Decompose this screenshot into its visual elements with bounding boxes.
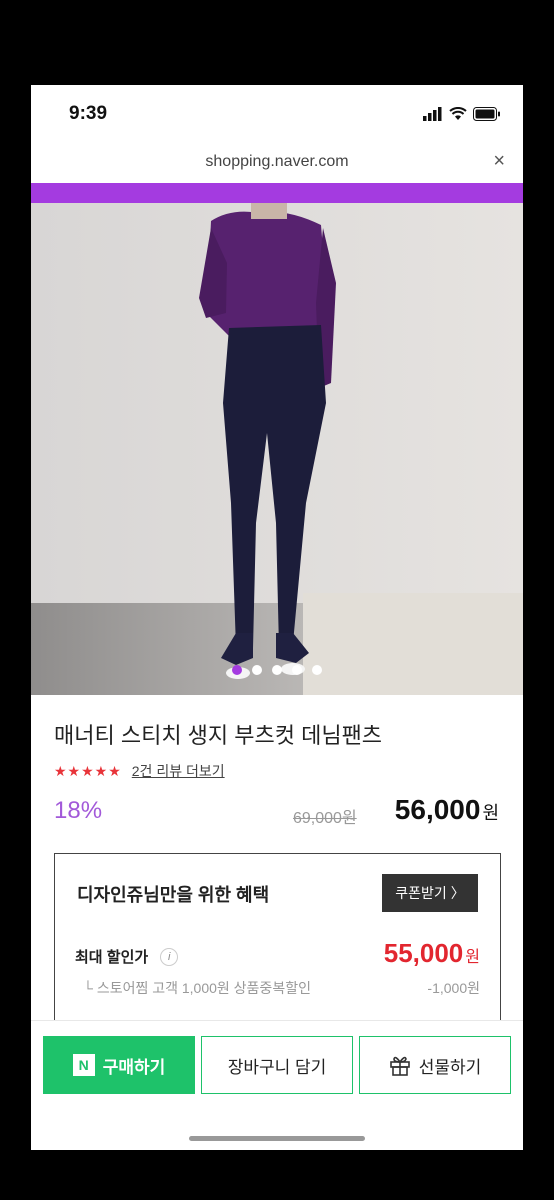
buy-button[interactable]: N 구매하기: [43, 1036, 195, 1094]
max-price-unit: 원: [465, 949, 480, 966]
url-text[interactable]: shopping.naver.com: [31, 153, 523, 171]
star-rating-icon: ★★★★★: [54, 762, 122, 779]
gift-button-label: 선물하기: [418, 1057, 482, 1077]
review-link[interactable]: 2건 리뷰 더보기: [132, 761, 225, 781]
discount-rate: 18%: [54, 797, 103, 824]
store-discount-amount: -1,000원: [427, 980, 480, 996]
accent-banner: [31, 183, 523, 203]
sale-price-unit: 원: [482, 803, 499, 823]
max-discount-row: 최대 할인가 i: [75, 946, 179, 967]
purchase-action-bar: N 구매하기 장바구니 담기 선물하기: [31, 1020, 523, 1150]
store-discount-text: 스토어찜 고객 1,000원 상품중복할인: [96, 980, 311, 996]
home-indicator[interactable]: [189, 1136, 365, 1141]
original-price: 69,000원: [293, 810, 357, 827]
max-discount-price: 55,000 원: [384, 938, 480, 969]
info-icon[interactable]: i: [160, 947, 179, 966]
gift-icon: [389, 1056, 410, 1076]
status-time: 9:39: [69, 103, 108, 124]
product-title: 매너티 스티치 생지 부츠컷 데님팬츠: [54, 723, 383, 748]
pager-dot[interactable]: [312, 665, 322, 675]
sub-prefix-icon: └: [83, 980, 93, 996]
browser-url-bar: shopping.naver.com ×: [31, 143, 523, 183]
status-bar: 9:39: [31, 85, 523, 143]
wifi-icon: [449, 107, 467, 120]
pager-dot[interactable]: [272, 665, 282, 675]
coupon-button[interactable]: 쿠폰받기 〉: [382, 874, 478, 912]
rating-row: ★★★★★ 2건 리뷰 더보기: [54, 761, 225, 781]
sale-price: 56,000 원: [395, 794, 499, 826]
benefit-title: 디자인쥬님만을 위한 혜택: [77, 885, 270, 905]
image-pager-dots: [31, 665, 523, 675]
pager-dot[interactable]: [232, 665, 242, 675]
status-icons: [423, 107, 501, 121]
benefit-box: 디자인쥬님만을 위한 혜택 쿠폰받기 〉 최대 할인가 i 55,000 원 └ …: [54, 853, 501, 1038]
cart-button-label: 장바구니 담기: [227, 1057, 327, 1077]
max-discount-label: 최대 할인가: [75, 949, 149, 966]
store-discount-label: └ 스토어찜 고객 1,000원 상품중복할인: [83, 978, 311, 998]
buy-button-label: 구매하기: [102, 1057, 166, 1077]
max-price-value: 55,000: [383, 938, 464, 968]
gift-button[interactable]: 선물하기: [359, 1036, 511, 1094]
add-to-cart-button[interactable]: 장바구니 담기: [201, 1036, 353, 1094]
battery-icon: [473, 107, 500, 121]
signal-icon: [423, 107, 442, 121]
product-photo-illustration: [31, 203, 523, 695]
phone-screen: 9:39 shopping.naver.com × 매너티 스티치 생지 부츠컷…: [31, 85, 523, 1150]
pager-dot[interactable]: [252, 665, 262, 675]
pager-dot[interactable]: [292, 665, 302, 675]
naver-pay-icon: N: [72, 1054, 95, 1076]
product-image[interactable]: [31, 203, 523, 695]
sale-price-value: 56,000: [394, 794, 481, 825]
close-icon[interactable]: ×: [493, 150, 505, 173]
